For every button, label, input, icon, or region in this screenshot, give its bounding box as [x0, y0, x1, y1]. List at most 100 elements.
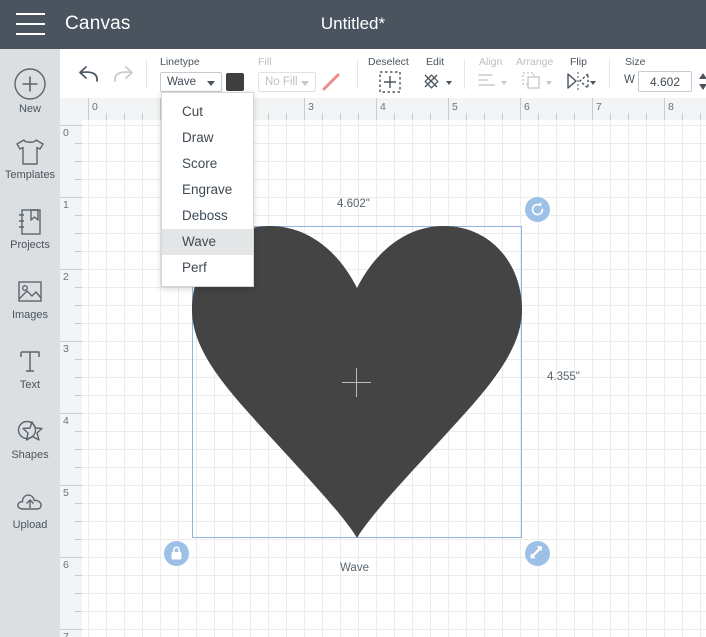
resize-handle[interactable]	[525, 541, 550, 566]
sidebar-item-text[interactable]: Text	[0, 347, 60, 391]
toolbar-divider	[146, 59, 147, 89]
stepper-up-icon[interactable]	[699, 73, 706, 79]
undo-arrow-icon[interactable]	[78, 63, 102, 85]
linetype-dropdown-menu[interactable]: Cut Draw Score Engrave Deboss Wave Perf	[161, 92, 254, 287]
sidebar-item-label: Images	[11, 309, 49, 321]
redo-arrow-icon[interactable]	[110, 63, 134, 85]
ruler-tick-minor	[75, 161, 82, 162]
edit-caption: Edit	[426, 56, 445, 68]
no-fill-diagonal-icon[interactable]	[321, 72, 341, 92]
linetype-option-draw[interactable]: Draw	[162, 125, 253, 151]
width-stepper[interactable]	[698, 71, 706, 92]
height-dimension-label: 4.355"	[547, 371, 580, 383]
linetype-caption: Linetype	[160, 56, 200, 68]
linetype-option-deboss[interactable]: Deboss	[162, 203, 253, 229]
ruler-tick-minor	[75, 467, 82, 468]
linetype-color-swatch[interactable]	[226, 73, 244, 91]
width-dimension-label: 4.602"	[337, 198, 370, 210]
toolbar-divider	[609, 59, 610, 89]
ruler-tick-minor	[610, 113, 611, 120]
stepper-down-icon[interactable]	[699, 84, 706, 90]
flip-chevron-down-icon[interactable]	[590, 81, 596, 85]
sidebar-item-new[interactable]: New	[0, 67, 60, 115]
dashed-plus-icon[interactable]	[379, 71, 401, 93]
sidebar-item-projects[interactable]: Projects	[0, 207, 60, 251]
sidebar-item-templates[interactable]: Templates	[0, 137, 60, 181]
vertical-ruler[interactable]: 0 1 2 3 4 5 6 7	[60, 120, 83, 637]
ruler-tick-major	[592, 98, 593, 120]
sidebar-item-images[interactable]: Images	[0, 277, 60, 321]
align-chevron-down-icon[interactable]	[501, 81, 507, 85]
ruler-label-v: 3	[63, 343, 69, 355]
linetype-option-engrave[interactable]: Engrave	[162, 177, 253, 203]
ruler-tick-minor	[538, 113, 539, 120]
linetype-option-score[interactable]: Score	[162, 151, 253, 177]
ruler-tick-major	[448, 98, 449, 120]
shape-center-crosshair-icon	[342, 368, 371, 397]
ruler-tick-minor	[75, 233, 82, 234]
edit-scissors-icon[interactable]	[422, 71, 444, 93]
linetype-select[interactable]: Wave	[160, 72, 222, 92]
plus-circle-icon	[14, 68, 46, 100]
ruler-label-h: 5	[452, 101, 458, 113]
ruler-tick-minor	[75, 323, 82, 324]
lock-aspect-handle[interactable]	[164, 541, 189, 566]
sidebar-item-label: Projects	[10, 239, 50, 251]
ruler-label-v: 1	[63, 199, 69, 211]
ruler-tick-major	[60, 485, 82, 486]
fill-select[interactable]: No Fill	[258, 72, 316, 92]
notebook-bookmark-icon	[19, 209, 41, 235]
ruler-label-v: 2	[63, 271, 69, 283]
ruler-tick-minor	[430, 113, 431, 120]
ruler-tick-minor	[340, 113, 341, 120]
flip-triangles-icon[interactable]	[566, 72, 590, 90]
ruler-tick-major	[60, 341, 82, 342]
sidebar-item-upload[interactable]: Upload	[0, 487, 60, 531]
ruler-tick-minor	[75, 449, 82, 450]
cloud-upload-icon	[17, 494, 42, 510]
arrange-stack-icon[interactable]	[522, 72, 542, 90]
ruler-tick-minor	[75, 503, 82, 504]
arrange-chevron-down-icon[interactable]	[546, 81, 552, 85]
ruler-tick-minor	[286, 113, 287, 120]
ruler-label-h: 0	[92, 101, 98, 113]
flip-caption: Flip	[570, 56, 587, 68]
sidebar-item-shapes[interactable]: Shapes	[0, 417, 60, 461]
width-input[interactable]: 4.602	[638, 71, 692, 92]
ruler-tick-minor	[75, 359, 82, 360]
ruler-tick-major	[88, 98, 89, 120]
ruler-tick-minor	[75, 377, 82, 378]
ruler-tick-minor	[412, 113, 413, 120]
ruler-corner	[60, 98, 83, 121]
ruler-tick-minor	[142, 113, 143, 120]
ruler-label-v: 6	[63, 559, 69, 571]
align-lines-icon[interactable]	[478, 73, 498, 89]
ruler-tick-minor	[75, 539, 82, 540]
linetype-option-cut[interactable]: Cut	[162, 99, 253, 125]
sidebar-item-label: Text	[19, 379, 41, 391]
text-t-icon	[20, 351, 40, 372]
ruler-tick-minor	[574, 113, 575, 120]
ruler-label-v: 7	[63, 631, 69, 637]
photo-icon	[18, 281, 42, 302]
resize-diagonal-icon	[530, 546, 542, 559]
ruler-tick-minor	[75, 521, 82, 522]
ruler-tick-major	[60, 413, 82, 414]
fill-caption: Fill	[258, 56, 272, 68]
ruler-tick-minor	[682, 113, 683, 120]
edit-chevron-down-icon[interactable]	[446, 81, 452, 85]
ruler-tick-major	[520, 98, 521, 120]
ruler-tick-minor	[75, 287, 82, 288]
linetype-canvas-label: Wave	[340, 562, 369, 574]
linetype-option-perf[interactable]: Perf	[162, 255, 253, 281]
deselect-caption: Deselect	[368, 56, 409, 68]
sidebar-item-label: Upload	[12, 519, 48, 531]
ruler-tick-minor	[646, 113, 647, 120]
ruler-label-h: 4	[380, 101, 386, 113]
left-sidebar: New Templates Projects Images Text Shape…	[0, 49, 60, 637]
linetype-option-wave[interactable]: Wave	[162, 229, 253, 255]
ruler-tick-minor	[628, 113, 629, 120]
rotate-handle[interactable]	[525, 197, 550, 222]
ruler-tick-major	[60, 557, 82, 558]
ruler-tick-major	[60, 197, 82, 198]
